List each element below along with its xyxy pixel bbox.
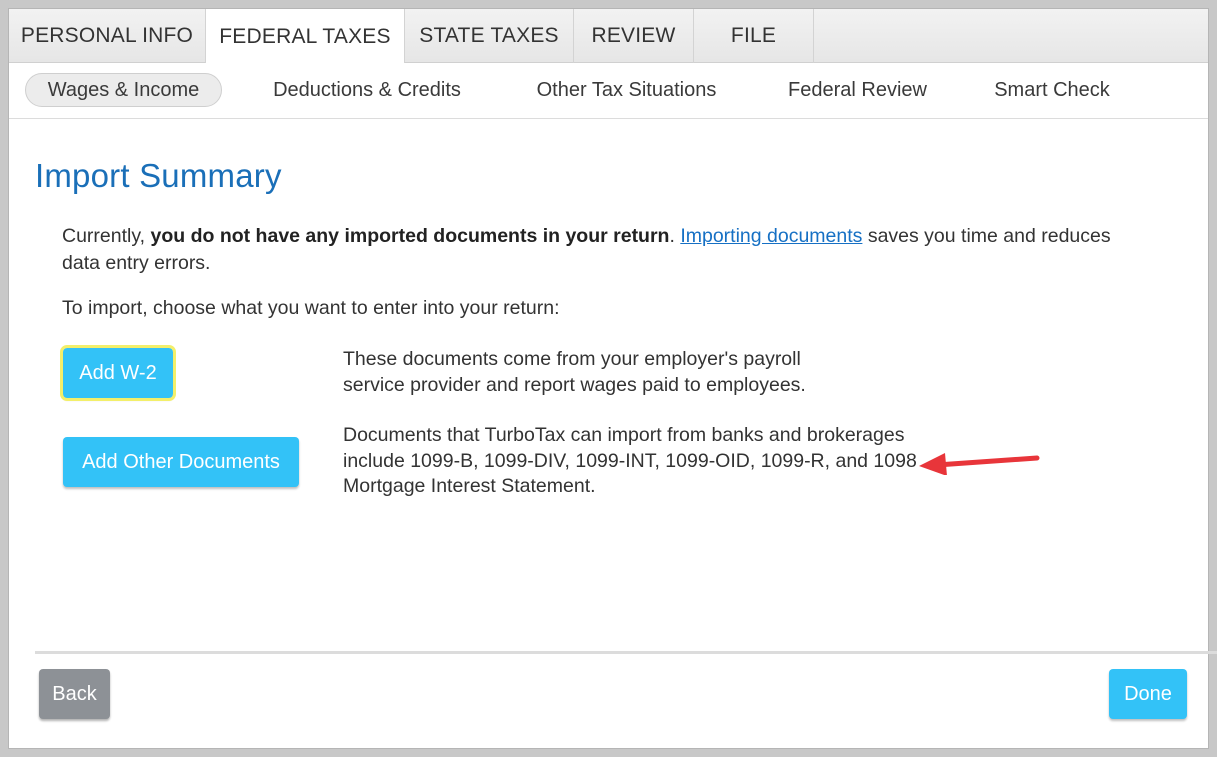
subnav-wages-income[interactable]: Wages & Income bbox=[25, 73, 222, 107]
subnav-federal-review[interactable]: Federal Review bbox=[775, 73, 940, 107]
done-button[interactable]: Done bbox=[1109, 669, 1187, 719]
annotation-arrow-icon bbox=[919, 453, 1040, 475]
app-window: PERSONAL INFO FEDERAL TAXES STATE TAXES … bbox=[8, 8, 1217, 749]
tab-federal-taxes[interactable]: FEDERAL TAXES bbox=[206, 9, 405, 64]
tab-file[interactable]: FILE bbox=[694, 9, 814, 63]
choose-instruction: To import, choose what you want to enter… bbox=[62, 297, 560, 319]
subnav-other-tax-situations[interactable]: Other Tax Situations bbox=[519, 73, 734, 107]
add-other-documents-button[interactable]: Add Other Documents bbox=[63, 437, 299, 487]
intro-prefix: Currently, bbox=[62, 225, 151, 247]
top-tab-bar: PERSONAL INFO FEDERAL TAXES STATE TAXES … bbox=[9, 9, 1208, 64]
other-documents-description: Documents that TurboTax can import from … bbox=[343, 424, 917, 497]
importing-documents-link[interactable]: Importing documents bbox=[680, 225, 862, 247]
sub-navigation: Wages & Income Deductions & Credits Othe… bbox=[9, 63, 1208, 119]
w2-description: These documents come from your employer'… bbox=[343, 348, 806, 396]
subnav-deductions-credits[interactable]: Deductions & Credits bbox=[257, 73, 477, 107]
add-w2-button[interactable]: Add W-2 bbox=[60, 345, 176, 401]
tab-personal-info[interactable]: PERSONAL INFO bbox=[9, 9, 206, 63]
intro-text: Currently, you do not have any imported … bbox=[62, 223, 1142, 277]
back-button[interactable]: Back bbox=[39, 669, 110, 719]
page-title: Import Summary bbox=[35, 157, 282, 194]
footer-divider bbox=[35, 651, 1217, 654]
intro-bold: you do not have any imported documents i… bbox=[150, 225, 670, 247]
subnav-smart-check[interactable]: Smart Check bbox=[979, 73, 1125, 107]
tab-state-taxes[interactable]: STATE TAXES bbox=[405, 9, 574, 63]
intro-after-bold: . bbox=[669, 225, 681, 247]
tab-review[interactable]: REVIEW bbox=[574, 9, 694, 63]
